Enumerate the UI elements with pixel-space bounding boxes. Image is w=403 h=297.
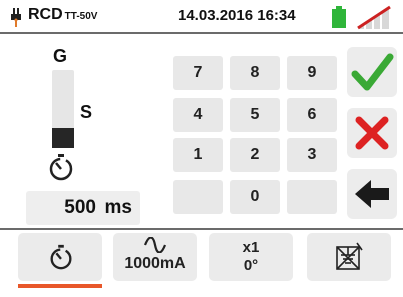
- bottom-divider: [0, 228, 403, 230]
- key-blank-left[interactable]: [173, 180, 223, 214]
- tab-ground[interactable]: [307, 233, 391, 281]
- level-bar-fill: [52, 128, 74, 148]
- phase-label: 0°: [243, 257, 259, 274]
- mode-title: RCD TT-50V: [28, 6, 97, 24]
- scale-side-label: S: [80, 102, 93, 122]
- mode-sublabel: TT-50V: [64, 11, 98, 22]
- tab-timer[interactable]: [18, 233, 102, 281]
- active-tab-indicator: [18, 284, 102, 288]
- timer-icon: [49, 154, 73, 181]
- key-9[interactable]: 9: [287, 56, 337, 90]
- plug-icon: [11, 8, 21, 27]
- time-value: 500: [64, 197, 96, 218]
- tab-multiplier[interactable]: x1 0°: [209, 233, 293, 281]
- timer-icon: [50, 244, 72, 270]
- date-time: 14.03.2016 16:34: [178, 7, 296, 24]
- cancel-button[interactable]: [347, 108, 397, 158]
- key-6[interactable]: 6: [287, 98, 337, 132]
- confirm-button[interactable]: [347, 47, 397, 97]
- key-blank-right[interactable]: [287, 180, 337, 214]
- level-bar[interactable]: [52, 70, 74, 148]
- mode-label: RCD: [28, 6, 63, 23]
- key-8[interactable]: 8: [230, 56, 280, 90]
- key-5[interactable]: 5: [230, 98, 280, 132]
- back-button[interactable]: [347, 169, 397, 219]
- signal-off-icon: [357, 5, 391, 30]
- x-icon: [355, 116, 389, 150]
- multiplier-label: x1: [242, 239, 260, 256]
- battery-icon: [332, 6, 346, 28]
- time-unit: ms: [104, 197, 132, 218]
- status-bar: RCD TT-50V 14.03.2016 16:34: [0, 0, 403, 34]
- time-value-display[interactable]: 500 ms: [26, 191, 140, 225]
- no-ground-icon: [336, 242, 363, 270]
- key-2[interactable]: 2: [230, 138, 280, 172]
- arrow-left-icon: [355, 180, 389, 208]
- scale-top-label: G: [53, 46, 68, 66]
- tab-current[interactable]: 1000mA: [113, 233, 197, 281]
- current-label: 1000mA: [124, 255, 186, 272]
- key-0[interactable]: 0: [230, 180, 280, 214]
- key-3[interactable]: 3: [287, 138, 337, 172]
- sine-wave-icon: [143, 237, 167, 253]
- check-icon: [351, 53, 394, 91]
- key-7[interactable]: 7: [173, 56, 223, 90]
- key-1[interactable]: 1: [173, 138, 223, 172]
- key-4[interactable]: 4: [173, 98, 223, 132]
